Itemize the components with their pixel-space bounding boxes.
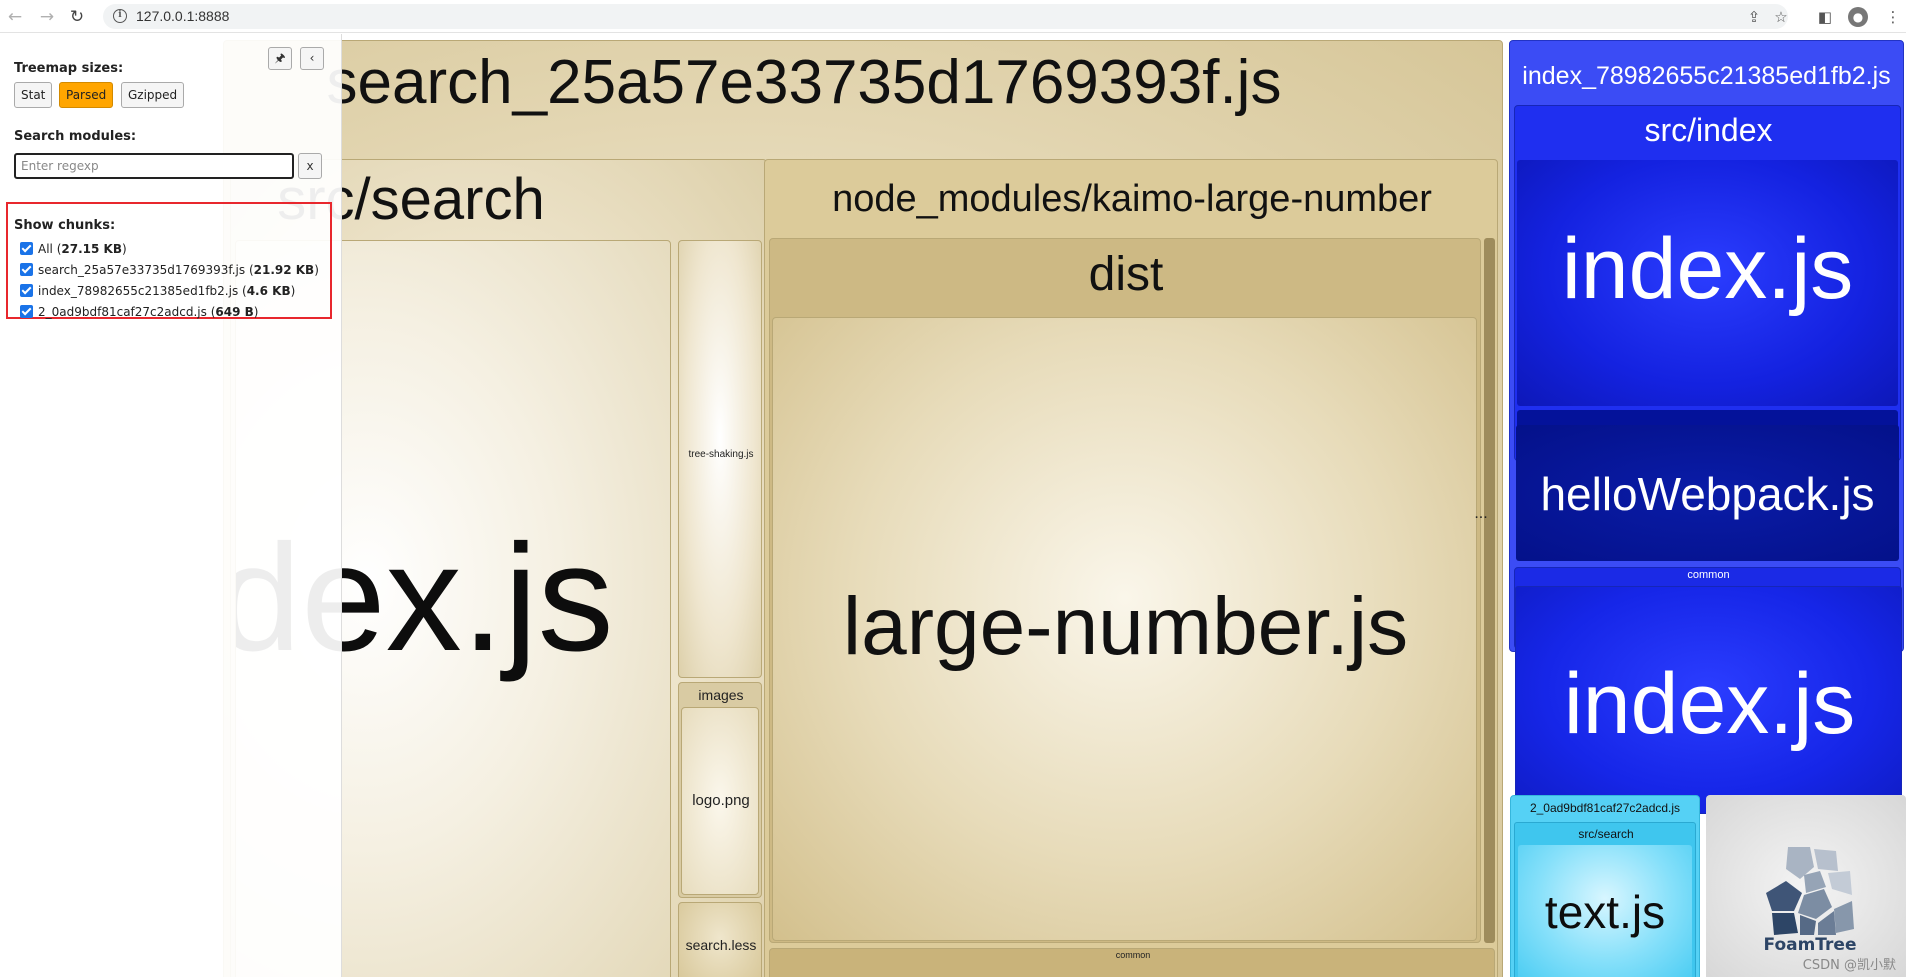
back-arrow-icon[interactable]: ← bbox=[4, 6, 26, 28]
share-icon[interactable]: ⇪ bbox=[1743, 6, 1765, 28]
checkbox-checked-icon[interactable] bbox=[20, 263, 33, 276]
side-panel-icon[interactable]: ◧ bbox=[1814, 6, 1836, 28]
forward-arrow-icon[interactable]: → bbox=[36, 6, 58, 28]
csdn-watermark: CSDN @凯小默 bbox=[1802, 958, 1896, 973]
logo-png-label: logo.png bbox=[692, 792, 750, 809]
search-modules-title: Search modules: bbox=[14, 129, 137, 144]
treemap-node-index-js-common[interactable]: index.js bbox=[1515, 586, 1902, 814]
profile-avatar-icon[interactable]: ● bbox=[1848, 7, 1868, 27]
size-button-stat[interactable]: Stat bbox=[14, 82, 53, 108]
treemap-node-large-number-js[interactable]: large-number.js bbox=[772, 317, 1477, 941]
size-button-gzipped[interactable]: Gzipped bbox=[121, 82, 185, 108]
search-regexp-input[interactable] bbox=[14, 153, 294, 179]
foamtree-logo-icon bbox=[1766, 847, 1854, 935]
treemap-node-index-js-blue[interactable]: index.js bbox=[1517, 160, 1898, 406]
reload-icon[interactable]: ↻ bbox=[66, 6, 88, 28]
dist-label: dist bbox=[1088, 248, 1164, 301]
checkbox-checked-icon[interactable] bbox=[20, 242, 33, 255]
search-less-label: search.less bbox=[685, 937, 757, 953]
chunk-option-index[interactable]: index_78982655c21385ed1fb2.js (4.6 KB) bbox=[20, 284, 295, 298]
pin-icon: 🖈 bbox=[274, 51, 286, 65]
checkbox-checked-icon[interactable] bbox=[20, 284, 33, 297]
treemap-node-images[interactable]: images logo.png bbox=[678, 682, 762, 898]
chunk-option-search[interactable]: search_25a57e33735d1769393f.js (21.92 KB… bbox=[20, 263, 319, 277]
show-chunks-title: Show chunks: bbox=[14, 218, 116, 233]
treemap-node-text-js[interactable]: text.js bbox=[1518, 845, 1692, 977]
chunk2-label: 2_0ad9bdf81caf27c2adcd.js bbox=[1529, 801, 1681, 815]
chunk-option-2[interactable]: 2_0ad9bdf81caf27c2adcd.js (649 B) bbox=[20, 305, 258, 319]
browser-toolbar: ← → ↻ i 127.0.0.1:8888 ⇪ ☆ ◧ ● ⋮ bbox=[0, 0, 1906, 33]
collapse-sidebar-button[interactable]: ‹ bbox=[300, 47, 324, 70]
sidebar-panel: 🖈 ‹ Treemap sizes: Stat Parsed Gzipped S… bbox=[0, 34, 342, 977]
treemap-node-src-index[interactable]: src/index index.js bbox=[1514, 105, 1901, 461]
large-number-label: large-number.js bbox=[842, 581, 1409, 672]
treemap-node-chunk2[interactable]: 2_0ad9bdf81caf27c2adcd.js src/search tex… bbox=[1510, 795, 1700, 977]
clear-search-button[interactable]: x bbox=[298, 153, 322, 179]
size-button-parsed[interactable]: Parsed bbox=[59, 82, 114, 108]
site-info-icon[interactable]: i bbox=[113, 9, 127, 23]
node-modules-label: node_modules/kaimo-large-number bbox=[832, 178, 1432, 220]
checkbox-checked-icon[interactable] bbox=[20, 305, 33, 318]
index-js-common-label: index.js bbox=[1563, 656, 1856, 752]
common-bottom-label: common bbox=[1115, 950, 1151, 960]
index-js-blue-label: index.js bbox=[1561, 221, 1854, 317]
treemap-node-node-modules[interactable]: node_modules/kaimo-large-number dist lar… bbox=[764, 159, 1498, 977]
text-js-label: text.js bbox=[1544, 886, 1666, 938]
treemap-node-tree-shaking-js[interactable]: tree-shaking.js bbox=[678, 240, 762, 678]
images-label: images bbox=[698, 687, 744, 703]
index-chunk-label: index_78982655c21385ed1fb2.js bbox=[1522, 62, 1891, 90]
treemap-node-dist[interactable]: dist large-number.js bbox=[769, 238, 1481, 943]
search-chunk-label: search_25a57e33735d1769393f.js bbox=[326, 48, 1282, 117]
treemap-node-hello-webpack-js[interactable]: helloWebpack.js bbox=[1516, 425, 1899, 561]
address-bar[interactable]: i 127.0.0.1:8888 ⇪ ☆ bbox=[103, 4, 1788, 29]
treemap-node-common-bottom[interactable]: common bbox=[769, 948, 1495, 977]
pin-sidebar-button[interactable]: 🖈 bbox=[268, 47, 292, 70]
treemap-node-src-search-cyan[interactable]: src/search text.js bbox=[1514, 822, 1696, 977]
menu-kebab-icon[interactable]: ⋮ bbox=[1882, 6, 1904, 28]
treemap-sizes-title: Treemap sizes: bbox=[14, 61, 124, 76]
chunk-option-all[interactable]: All (27.15 KB) bbox=[20, 242, 127, 256]
tree-shaking-label: tree-shaking.js bbox=[688, 449, 754, 460]
foamtree-logo-area: FoamTree bbox=[1706, 795, 1906, 977]
src-search-cyan-label: src/search bbox=[1578, 827, 1634, 841]
treemap-node-search-chunk[interactable]: search_25a57e33735d1769393f.js src/searc… bbox=[223, 40, 1503, 977]
show-chunks-section: Show chunks: All (27.15 KB) search_25a57… bbox=[6, 202, 332, 319]
common-blue-label: common bbox=[1687, 569, 1730, 581]
url-text: 127.0.0.1:8888 bbox=[136, 8, 230, 24]
chevron-left-icon: ‹ bbox=[309, 51, 315, 65]
hello-webpack-label: helloWebpack.js bbox=[1540, 468, 1875, 520]
ellipsis-label: ... bbox=[1474, 505, 1488, 522]
foamtree-label: FoamTree bbox=[1763, 935, 1857, 955]
treemap-node-index-chunk[interactable]: index_78982655c21385ed1fb2.js src/index … bbox=[1509, 40, 1904, 652]
treemap-node-search-less[interactable]: search.less bbox=[678, 902, 762, 977]
treemap-node-narrow-module[interactable] bbox=[1484, 238, 1495, 943]
bookmark-star-icon[interactable]: ☆ bbox=[1770, 6, 1792, 28]
src-index-label: src/index bbox=[1644, 112, 1773, 148]
treemap-node-logo-png[interactable]: logo.png bbox=[681, 707, 759, 895]
